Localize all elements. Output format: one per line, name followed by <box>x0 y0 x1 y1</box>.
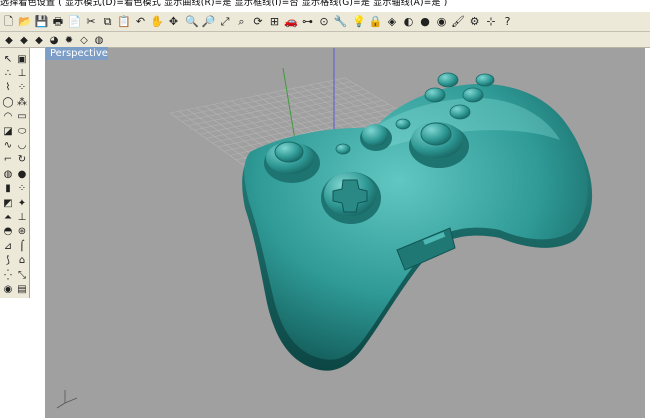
arc-icon[interactable]: ◠ <box>1 110 15 124</box>
transform-icon[interactable]: ⁘ <box>15 81 29 95</box>
save-icon[interactable]: 💾 <box>34 14 49 29</box>
copy-paste-icon[interactable]: ⧉ <box>100 14 115 29</box>
command-prompt[interactable]: 选择着色设置 ( 显示模式(D)=着色模式 显示曲线(R)=是 显示框线(I)=… <box>0 0 650 12</box>
palette-empty-area <box>0 298 45 418</box>
explode-icon[interactable]: ✦ <box>15 196 29 210</box>
zoom-icon[interactable]: 🔍 <box>185 14 200 29</box>
main-toolbar: 🗋 📂 💾 🖶 📄 ✂ ⧉ 📋 ↶ ✋ ✥ 🔍 🔎 ⤢ ⌕ ⟳ ⊞ 🚗 ⊶ ⊙ 🔧 💡 🔒 ◈ ◐ ● ◉ 🖌 ⚙ ⊹? <box>0 12 650 32</box>
select-arrow-icon[interactable]: ↖ <box>1 52 15 66</box>
fillet-icon[interactable]: ⌐ <box>1 153 15 167</box>
box-cube-icon[interactable]: ◪ <box>1 124 15 138</box>
bend-icon[interactable]: ⟆ <box>1 254 15 268</box>
viewport-tab-perspective[interactable]: Perspective <box>46 47 108 60</box>
viewport-tab-label: Perspective <box>50 48 108 59</box>
tag-icon[interactable]: ◇ <box>77 33 91 47</box>
light-bulb-icon[interactable]: 💡 <box>352 14 367 29</box>
offset-icon[interactable]: ⊿ <box>1 239 15 253</box>
mesh-icon[interactable]: ⁂ <box>15 95 29 109</box>
network-icon[interactable]: ⊹ <box>484 14 499 29</box>
controller-model[interactable] <box>242 72 593 371</box>
tool-palette: ↖ ▣ ∴ ⊥ ⌇ ⁘ ◯ ⁂ ◠ ▭ ◪ ⬭ ∿ ◡ ⌐ ↻ ◍ ● ▮ ⁘ ◩ ✦ ⏶ ⊥ ◓ ⊛ ⊿ ⌠ ⟆ ⌂ ⁛ ⤡ ◉ ▤ <box>0 48 30 298</box>
sun-icon[interactable]: ✹ <box>62 33 76 47</box>
dimension-icon[interactable]: ⊥ <box>15 66 29 80</box>
dup-edge-icon[interactable]: ◓ <box>1 225 15 239</box>
help-icon[interactable]: ? <box>500 14 515 29</box>
curve-icon[interactable]: ∿ <box>1 138 15 152</box>
open-file-icon[interactable]: 📂 <box>18 14 33 29</box>
refresh-icon[interactable]: ⟳ <box>251 14 266 29</box>
history-icon[interactable]: ◍ <box>92 33 106 47</box>
array-icon[interactable]: ⁛ <box>1 268 15 282</box>
render-sphere-icon[interactable]: ◉ <box>434 14 449 29</box>
extrude-icon[interactable]: ⊥ <box>15 210 29 224</box>
snap-end-icon[interactable]: ◆ <box>2 33 16 47</box>
scale-icon[interactable]: ⤡ <box>15 268 29 282</box>
solid-box-icon[interactable]: ▣ <box>15 52 29 66</box>
copy-icon[interactable]: 📄 <box>67 14 82 29</box>
zoom-extents-icon[interactable]: ⤢ <box>218 14 233 29</box>
surface-icon[interactable]: ◩ <box>1 196 15 210</box>
move-icon[interactable]: ✥ <box>166 14 181 29</box>
curve-point-icon[interactable]: ∴ <box>1 66 15 80</box>
rectangle-icon[interactable]: ▭ <box>15 110 29 124</box>
zoom-selected-icon[interactable]: ⌕ <box>234 14 249 29</box>
start-button <box>395 118 411 130</box>
cylinder-icon[interactable]: ▮ <box>1 182 15 196</box>
osnap-icon[interactable]: ⊶ <box>300 14 315 29</box>
polyline-icon[interactable]: ⌇ <box>1 81 15 95</box>
pan-icon[interactable]: ✋ <box>150 14 165 29</box>
viewport-right-edge <box>645 48 650 418</box>
circle-icon[interactable]: ◯ <box>1 95 15 109</box>
snap-point-icon[interactable]: ◆ <box>32 33 46 47</box>
new-file-icon[interactable]: 🗋 <box>1 14 16 29</box>
shaded-sphere-icon[interactable]: ● <box>418 14 433 29</box>
car-icon[interactable]: 🚗 <box>284 14 299 29</box>
print-icon[interactable]: 🖶 <box>51 14 66 29</box>
sphere-icon[interactable]: ◍ <box>1 167 15 181</box>
gear-icon[interactable]: ⚙ <box>467 14 482 29</box>
color-wheel-icon[interactable]: ◐ <box>401 14 416 29</box>
perspective-viewport[interactable] <box>45 48 650 418</box>
orient-icon[interactable]: ⌂ <box>15 254 29 268</box>
undo-icon[interactable]: ↶ <box>133 14 148 29</box>
pipe-icon[interactable]: ⌠ <box>15 239 29 253</box>
command-prompt-text: 选择着色设置 ( 显示模式(D)=着色模式 显示曲线(R)=是 显示框线(I)=… <box>0 0 448 8</box>
viewport-canvas[interactable] <box>45 48 650 418</box>
world-axes-icon <box>56 390 78 409</box>
lock-icon[interactable]: 🔒 <box>368 14 383 29</box>
layer-icon[interactable]: ◈ <box>385 14 400 29</box>
cap-icon[interactable]: ◡ <box>15 138 29 152</box>
viewport-left-margin <box>30 48 45 298</box>
secondary-toolbar: ◆ ◆ ◆ ◕ ✹ ◇ ◍ <box>0 32 650 48</box>
back-button <box>335 143 351 155</box>
cut-icon[interactable]: ✂ <box>84 14 99 29</box>
four-viewports-icon[interactable]: ⊞ <box>267 14 282 29</box>
render-icon[interactable]: ▤ <box>15 282 29 296</box>
paste-icon[interactable]: 📋 <box>117 14 132 29</box>
select-icon[interactable]: ⊙ <box>317 14 332 29</box>
brush-icon[interactable]: 🖌 <box>451 14 466 29</box>
wrench-icon[interactable]: 🔧 <box>333 14 348 29</box>
ellipse-icon[interactable]: ⬭ <box>15 124 29 138</box>
boolean-icon[interactable]: ⊛ <box>15 225 29 239</box>
snap-near-icon[interactable]: ◆ <box>17 33 31 47</box>
blue-sphere-icon[interactable]: ● <box>15 167 29 181</box>
loft-icon[interactable]: ⏶ <box>1 210 15 224</box>
zoom-window-icon[interactable]: 🔎 <box>201 14 216 29</box>
d-pad <box>321 172 381 224</box>
analyze-icon[interactable]: ◉ <box>1 282 15 296</box>
shade-blue-icon[interactable]: ◕ <box>47 33 61 47</box>
spheres-icon[interactable]: ⁘ <box>15 182 29 196</box>
rotate-icon[interactable]: ↻ <box>15 153 29 167</box>
